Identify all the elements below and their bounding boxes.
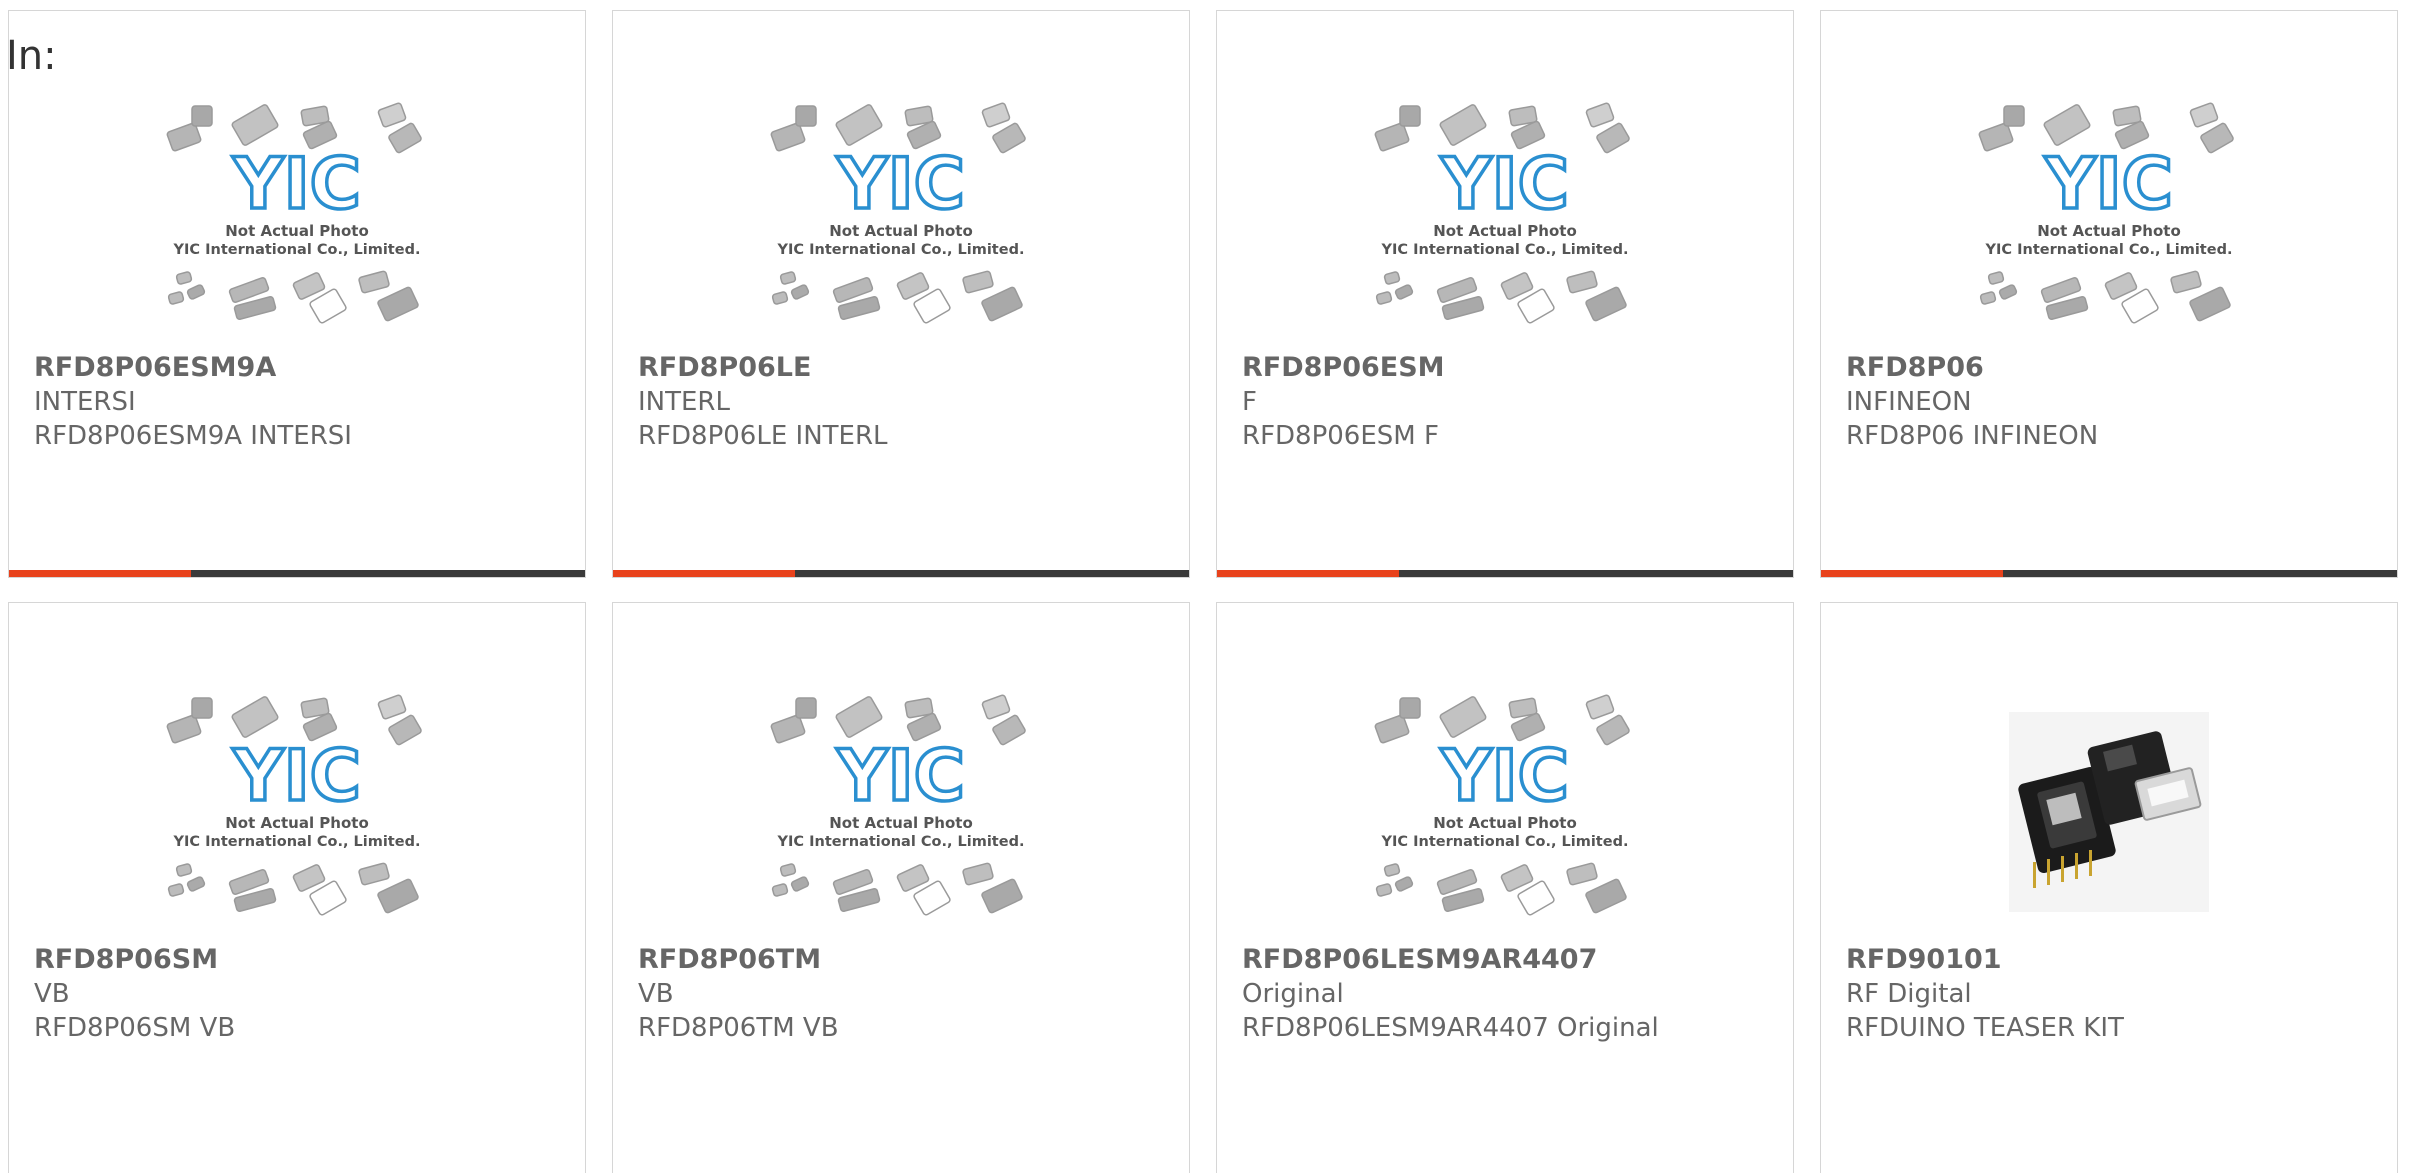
description: RFD8P06LESM9AR4407 Original bbox=[1242, 1013, 1659, 1043]
product-info: RFD8P06TM VB RFD8P06TM VB bbox=[638, 943, 839, 1045]
product-card[interactable]: YIC Not Actual Photo YIC International Co.… bbox=[1820, 10, 2398, 578]
part-number[interactable]: RFD8P06 bbox=[1846, 351, 2098, 385]
card-accent-bar bbox=[613, 570, 1189, 577]
svg-text:YIC International Co., Limited: YIC International Co., Limited. bbox=[1985, 242, 2233, 258]
description: RFD8P06 INFINEON bbox=[1846, 421, 2099, 451]
svg-text:Not Actual Photo: Not Actual Photo bbox=[829, 814, 973, 832]
svg-text:Not Actual Photo: Not Actual Photo bbox=[2037, 222, 2181, 240]
brand: INFINEON bbox=[1846, 387, 1972, 417]
svg-text:YIC International Co., Limited: YIC International Co., Limited. bbox=[1381, 834, 1629, 850]
part-number[interactable]: RFD8P06LE bbox=[638, 351, 888, 385]
brand: INTERSI bbox=[34, 387, 136, 417]
svg-text:YIC International Co., Limited: YIC International Co., Limited. bbox=[777, 834, 1025, 850]
product-info: RFD8P06ESM F RFD8P06ESM F bbox=[1242, 351, 1445, 453]
description: RFD8P06ESM9A INTERSI bbox=[34, 421, 352, 451]
part-number[interactable]: RFD8P06LESM9AR4407 bbox=[1242, 943, 1659, 977]
svg-text:Not Actual Photo: Not Actual Photo bbox=[225, 222, 369, 240]
part-number[interactable]: RFD8P06TM bbox=[638, 943, 839, 977]
svg-text:YIC International Co., Limited: YIC International Co., Limited. bbox=[173, 242, 421, 258]
description: RFD8P06TM VB bbox=[638, 1013, 839, 1043]
product-card[interactable]: YIC Not Actual Photo YIC International Co.… bbox=[612, 10, 1190, 578]
brand: VB bbox=[34, 979, 70, 1009]
product-image: YIC Not Actual Photo YIC International Co.… bbox=[1217, 93, 1793, 347]
placeholder-graphic: YICNot Actual Photo YIC International Co.… bbox=[1374, 102, 1630, 324]
brand: Original bbox=[1242, 979, 1344, 1009]
product-info: RFD8P06LE INTERL RFD8P06LE INTERL bbox=[638, 351, 888, 453]
svg-text:YIC International Co., Limited: YIC International Co., Limited. bbox=[173, 834, 421, 850]
product-image: YIC Not Actual Photo YIC International Co.… bbox=[9, 93, 585, 347]
product-image bbox=[1821, 685, 2397, 939]
svg-text:Not Actual Photo: Not Actual Photo bbox=[1433, 222, 1577, 240]
card-accent-bar bbox=[1821, 570, 2397, 577]
yic-logo: YIC bbox=[836, 143, 965, 225]
yic-logo: YIC bbox=[2044, 143, 2173, 225]
yic-logo: YIC bbox=[1440, 735, 1569, 817]
part-number[interactable]: RFD8P06SM bbox=[34, 943, 235, 977]
brand: INTERL bbox=[638, 387, 730, 417]
product-info: RFD90101 RF Digital RFDUINO TEASER KIT bbox=[1846, 943, 2124, 1045]
product-card[interactable]: YIC Not Actual Photo YIC International Co.… bbox=[612, 602, 1190, 1173]
placeholder-graphic: YICNot Actual Photo YIC International Co.… bbox=[1978, 102, 2234, 324]
product-info: RFD8P06 INFINEON RFD8P06 INFINEON bbox=[1846, 351, 2098, 453]
part-number[interactable]: RFD8P06ESM9A bbox=[34, 351, 352, 385]
product-card[interactable]: YIC Not Actual Photo YIC International Co.… bbox=[1216, 10, 1794, 578]
product-card[interactable]: RFD90101 RF Digital RFDUINO TEASER KIT bbox=[1820, 602, 2398, 1173]
product-card[interactable]: YIC Not Actual Photo YIC International Co.… bbox=[8, 602, 586, 1173]
description: RFD8P06SM VB bbox=[34, 1013, 236, 1043]
filter-label: In: bbox=[6, 33, 57, 79]
yic-logo: YIC bbox=[232, 143, 361, 225]
placeholder-graphic: YICNot Actual Photo YIC International Co.… bbox=[1374, 694, 1630, 916]
card-accent-bar bbox=[1217, 570, 1793, 577]
part-number[interactable]: RFD8P06ESM bbox=[1242, 351, 1445, 385]
brand: F bbox=[1242, 387, 1257, 417]
svg-text:Not Actual Photo: Not Actual Photo bbox=[1433, 814, 1577, 832]
brand: RF Digital bbox=[1846, 979, 1972, 1009]
placeholder-graphic: YICNot Actual Photo YIC International Co.… bbox=[770, 694, 1026, 916]
rfduino-kit-photo bbox=[2009, 712, 2209, 912]
product-card[interactable]: YIC Not Actual Photo YIC International Co.… bbox=[1216, 602, 1794, 1173]
svg-text:Not Actual Photo: Not Actual Photo bbox=[225, 814, 369, 832]
svg-text:YIC International Co., Limited: YIC International Co., Limited. bbox=[1381, 242, 1629, 258]
product-image: YIC Not Actual Photo YIC International Co.… bbox=[1821, 93, 2397, 347]
description: RFD8P06ESM F bbox=[1242, 421, 1439, 451]
product-image: YIC Not Actual Photo YIC International Co.… bbox=[1217, 685, 1793, 939]
product-grid: YIC Not Actual Photo YIC International Co.… bbox=[8, 10, 2398, 1173]
description: RFD8P06LE INTERL bbox=[638, 421, 888, 451]
svg-text:Not Actual Photo: Not Actual Photo bbox=[829, 222, 973, 240]
placeholder-graphic: YICNot Actual Photo YIC International Co.… bbox=[166, 102, 422, 324]
card-accent-bar bbox=[9, 570, 585, 577]
yic-logo: YIC bbox=[1440, 143, 1569, 225]
description: RFDUINO TEASER KIT bbox=[1846, 1013, 2124, 1043]
yic-logo: YIC bbox=[836, 735, 965, 817]
part-number[interactable]: RFD90101 bbox=[1846, 943, 2124, 977]
placeholder-graphic: YICNot Actual Photo YIC International Co.… bbox=[166, 694, 422, 916]
placeholder-graphic: YICNot Actual Photo YIC International Co.… bbox=[770, 102, 1026, 324]
product-image: YIC Not Actual Photo YIC International Co.… bbox=[613, 93, 1189, 347]
product-image: YIC Not Actual Photo YIC International Co.… bbox=[613, 685, 1189, 939]
product-info: RFD8P06LESM9AR4407 Original RFD8P06LESM9… bbox=[1242, 943, 1659, 1045]
yic-logo: YIC bbox=[232, 735, 361, 817]
product-image: YIC Not Actual Photo YIC International Co.… bbox=[9, 685, 585, 939]
product-card[interactable]: YIC Not Actual Photo YIC International Co.… bbox=[8, 10, 586, 578]
product-info: RFD8P06SM VB RFD8P06SM VB bbox=[34, 943, 235, 1045]
svg-text:YIC International Co., Limited: YIC International Co., Limited. bbox=[777, 242, 1025, 258]
product-info: RFD8P06ESM9A INTERSI RFD8P06ESM9A INTERS… bbox=[34, 351, 352, 453]
brand: VB bbox=[638, 979, 674, 1009]
